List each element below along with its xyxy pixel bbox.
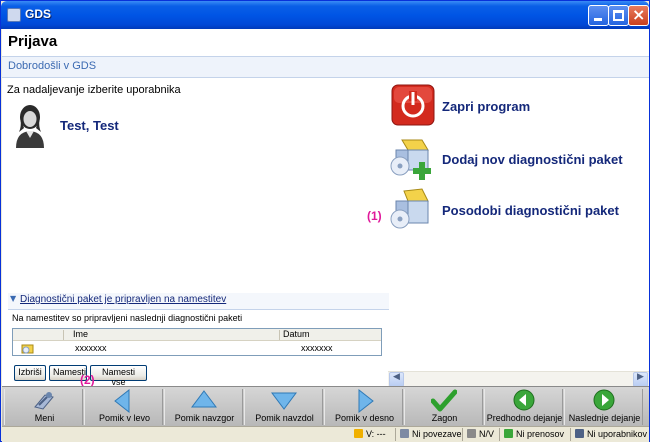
voltage-text: V: --- (366, 429, 386, 439)
transfer-status: Ni prenosov (504, 429, 564, 439)
package-panel-header[interactable]: ▼ Diagnostični paket je pripravljen na n… (8, 293, 389, 310)
start-label: Zagon (431, 413, 458, 423)
status-divider (499, 428, 500, 441)
forward-icon (593, 389, 615, 411)
page-title: Prijava (8, 33, 58, 50)
move-down-label: Pomik navzdol (255, 413, 314, 423)
checkmark-icon (431, 389, 457, 412)
user-status: Ni uporabnikov (575, 429, 647, 439)
main-content: Za nadaljevanje izberite uporabnika Test… (2, 78, 650, 387)
status-divider (570, 428, 571, 441)
maximize-icon (613, 10, 624, 21)
user-tile[interactable]: Test, Test (10, 102, 210, 148)
title-bar[interactable]: GDS × (1, 1, 649, 29)
start-button[interactable]: Zagon (404, 389, 483, 425)
close-button[interactable]: × (628, 5, 649, 26)
maximize-button[interactable] (608, 5, 629, 26)
column-header-date[interactable]: Datum (283, 329, 310, 341)
welcome-text: Dobrodošli v GDS (8, 60, 97, 72)
add-package-label: Dodaj nov diagnostični paket (442, 152, 623, 167)
update-package-action[interactable]: Posodobi diagnostični paket (388, 187, 650, 231)
menu-icon (34, 392, 54, 410)
move-up-label: Pomik navzgor (174, 413, 235, 423)
user-status-text: Ni uporabnikov (587, 429, 648, 439)
package-date-cell[interactable]: xxxxxxx (301, 343, 333, 353)
callout-marker-1: (1) (367, 209, 382, 223)
delete-button[interactable]: Izbriši (14, 365, 46, 381)
move-left-button[interactable]: Pomik v levo (84, 389, 163, 425)
bottom-toolbar: Meni Pomik v levo Pomik navzgor Pomik na… (2, 386, 649, 426)
voltage-status: V: --- (354, 429, 386, 439)
callout-marker-2: (2) (80, 373, 95, 387)
status-divider (462, 428, 463, 441)
transfer-text: Ni prenosov (516, 429, 565, 439)
application-window: GDS × Prijava Dobrodošli v GDS Za nadalj… (0, 0, 650, 442)
transfer-icon (504, 429, 513, 438)
move-left-label: Pomik v levo (98, 413, 151, 423)
printer-icon (467, 429, 476, 438)
arrow-up-icon (191, 390, 217, 408)
connection-status: Ni povezave (400, 429, 462, 439)
app-icon (7, 8, 21, 22)
lightning-icon (354, 429, 363, 438)
move-right-button[interactable]: Pomik v desno (324, 389, 403, 425)
previous-action-label: Predhodno dejanje (486, 413, 563, 423)
user-name: Test, Test (60, 118, 119, 133)
package-panel-description: Na namestitev so pripravljeni naslednji … (12, 313, 243, 323)
user-prompt: Za nadaljevanje izberite uporabnika (7, 84, 181, 96)
collapse-caret-icon: ▼ (10, 294, 17, 303)
move-down-button[interactable]: Pomik navzdol (244, 389, 323, 425)
next-action-label: Naslednje dejanje (568, 413, 641, 423)
scroll-left-button[interactable]: ◀ (389, 372, 404, 387)
exit-program-action[interactable]: Zapri program (388, 83, 650, 127)
close-icon: × (632, 5, 646, 24)
arrow-down-icon (271, 392, 297, 410)
nv-text: N/V (479, 429, 495, 439)
column-header-name[interactable]: Ime (73, 329, 88, 341)
table-header-row: Ime Datum (13, 329, 381, 341)
connection-icon (400, 429, 409, 438)
menu-label: Meni (34, 413, 55, 423)
previous-action-button[interactable]: Predhodno dejanje (484, 389, 563, 425)
menu-button[interactable]: Meni (4, 389, 83, 425)
nv-status: N/V (467, 429, 494, 439)
add-package-action[interactable]: Dodaj nov diagnostični paket (388, 136, 650, 180)
column-divider (63, 330, 64, 340)
move-right-label: Pomik v desno (334, 413, 395, 423)
user-icon (575, 429, 584, 438)
connection-text: Ni povezave (412, 429, 462, 439)
column-divider (279, 330, 280, 340)
package-name-cell[interactable]: xxxxxxx (75, 343, 107, 353)
update-package-label: Posodobi diagnostični paket (442, 203, 619, 218)
scroll-right-icon: ▶ (637, 372, 644, 382)
arrow-right-icon (358, 389, 374, 413)
move-up-button[interactable]: Pomik navzgor (164, 389, 243, 425)
user-avatar-icon (16, 105, 44, 148)
package-table: Ime Datum xxxxxxx xxxxxxx (12, 328, 382, 356)
package-panel-title: Diagnostični paket je pripravljen na nam… (20, 294, 227, 305)
scroll-left-icon: ◀ (393, 372, 400, 382)
status-bar: V: --- Ni povezave N/V Ni prenosov Ni up… (2, 426, 649, 442)
welcome-bar: Dobrodošli v GDS (2, 56, 649, 78)
install-all-button[interactable]: Namesti vse (90, 365, 147, 387)
power-icon (391, 84, 435, 126)
minimize-button[interactable] (588, 5, 609, 26)
package-row-icon (21, 344, 34, 354)
horizontal-scrollbar[interactable]: ◀ ▶ (388, 371, 649, 387)
scroll-right-button[interactable]: ▶ (633, 372, 648, 387)
window-title: GDS (25, 7, 52, 21)
minimize-icon (594, 18, 602, 21)
arrow-left-icon (114, 389, 130, 413)
package-update-icon (390, 188, 429, 229)
next-action-button[interactable]: Naslednje dejanje (564, 389, 643, 425)
package-add-icon (390, 139, 431, 180)
exit-program-label: Zapri program (442, 99, 531, 114)
status-divider (395, 428, 396, 441)
page-header: Prijava (2, 29, 649, 56)
back-icon (513, 389, 535, 411)
